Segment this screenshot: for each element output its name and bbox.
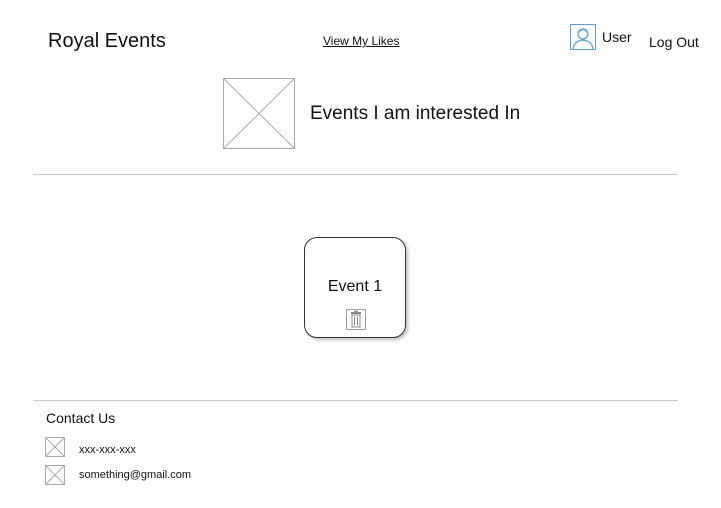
event-title: Event 1 [327, 278, 383, 295]
contact-email-row: something@gmail.com [45, 465, 191, 485]
contact-phone-row: xxx-xxx-xxx [45, 437, 136, 457]
brand-title: Royal Events [48, 30, 166, 52]
view-my-likes-link[interactable]: View My Likes [323, 34, 399, 48]
user-menu[interactable]: User [570, 24, 632, 50]
phone-image-placeholder-icon [45, 437, 65, 457]
contact-phone: xxx-xxx-xxx [79, 444, 136, 456]
contact-heading: Contact Us [46, 410, 116, 426]
logout-link[interactable]: Log Out [649, 33, 699, 51]
event-card[interactable]: Event 1 [304, 237, 406, 338]
user-avatar-icon[interactable] [570, 24, 596, 50]
footer-divider [33, 400, 678, 401]
email-image-placeholder-icon [45, 465, 65, 485]
user-label[interactable]: User [602, 28, 632, 46]
trash-icon[interactable] [346, 309, 366, 330]
page-title: Events I am interested In [310, 103, 521, 124]
image-placeholder-icon [223, 78, 295, 149]
page: Royal Events View My Likes User Log Out … [0, 0, 721, 508]
header-divider [33, 174, 678, 175]
contact-email[interactable]: something@gmail.com [79, 468, 191, 482]
